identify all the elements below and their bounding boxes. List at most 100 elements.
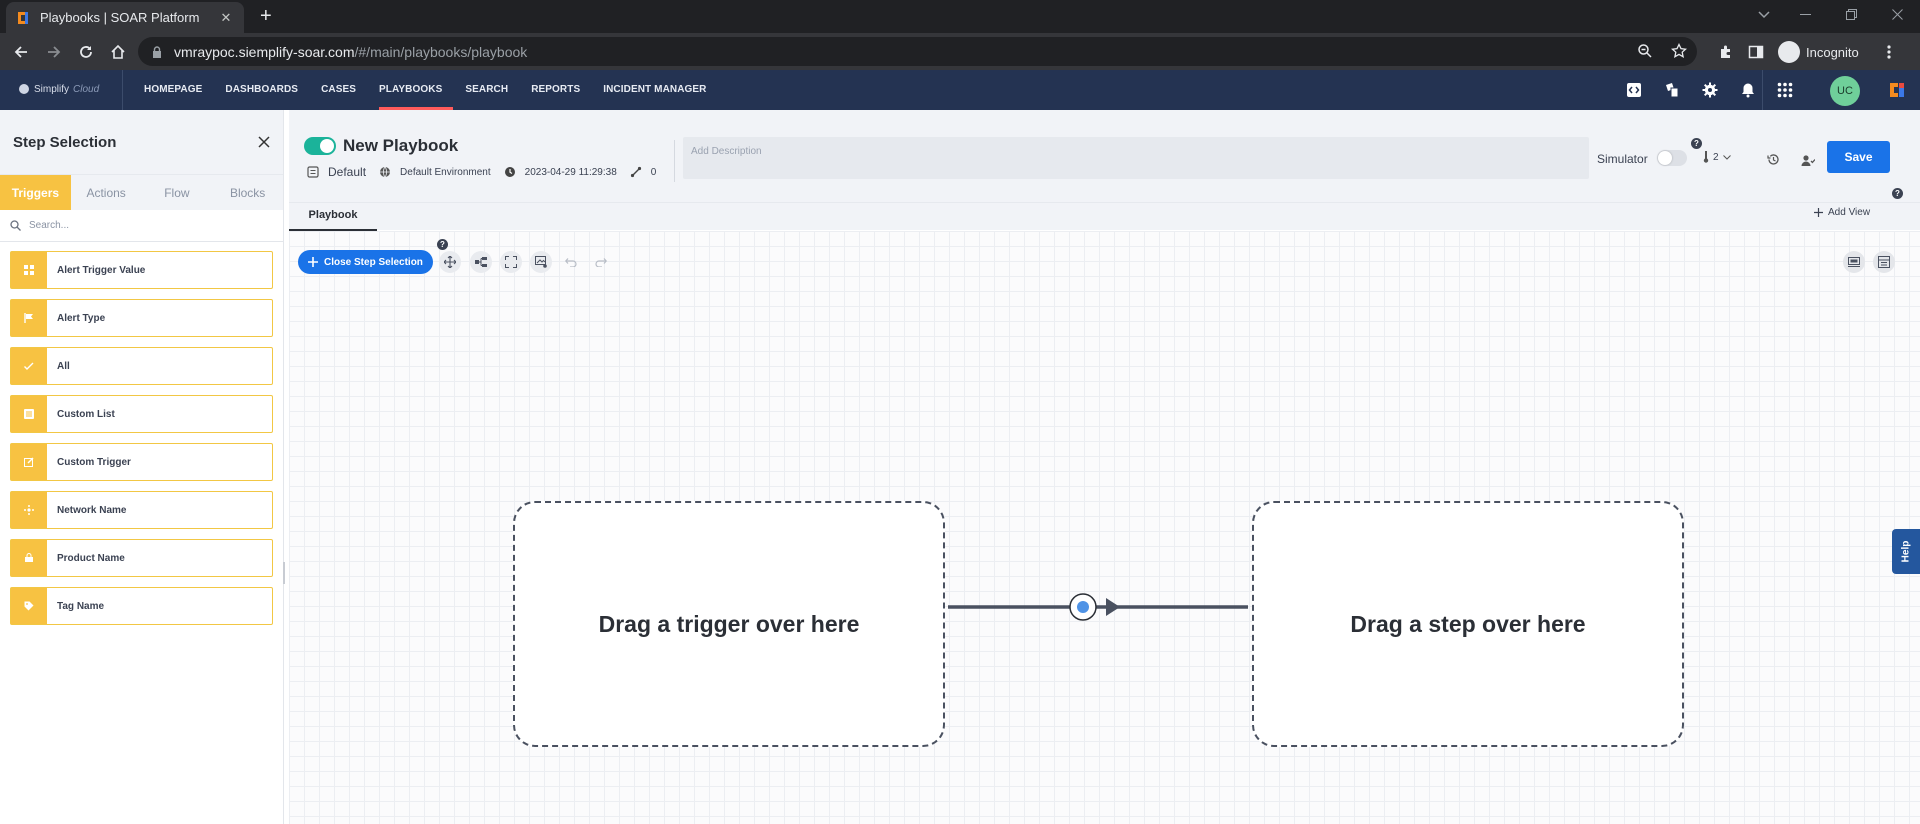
app-header: Simplify Cloud HOMEPAGE DASHBOARDS CASES … — [0, 70, 1920, 110]
playbook-title[interactable]: New Playbook — [343, 136, 458, 156]
minimap-toggle-icon[interactable] — [1843, 251, 1865, 273]
nav-cases[interactable]: CASES — [321, 70, 367, 110]
product-icon — [11, 540, 47, 576]
tab-playbook[interactable]: Playbook — [289, 203, 377, 231]
pan-move-icon[interactable] — [439, 251, 461, 273]
redo-icon[interactable] — [590, 251, 612, 273]
trigger-item[interactable]: All — [10, 347, 273, 385]
trigger-item[interactable]: Tag Name — [10, 587, 273, 625]
environment-globe-icon — [378, 165, 392, 179]
logo-suffix: Cloud — [73, 83, 100, 95]
assign-user-icon[interactable] — [1800, 152, 1816, 168]
check-all-icon — [11, 348, 47, 384]
trigger-label: Alert Trigger Value — [57, 264, 146, 276]
fit-to-screen-icon[interactable] — [500, 251, 522, 273]
help-tab-label: Help — [1900, 540, 1912, 563]
trigger-label: Alert Type — [57, 312, 106, 324]
trigger-step-connector — [948, 593, 1248, 621]
back-arrow-icon[interactable] — [10, 41, 32, 63]
bookmark-star-icon[interactable] — [1671, 43, 1687, 59]
tab-search-chevron-icon[interactable] — [1746, 0, 1782, 29]
code-icon[interactable] — [1624, 80, 1644, 100]
close-step-selection-button[interactable]: Close Step Selection — [298, 250, 433, 274]
home-icon[interactable] — [107, 41, 129, 63]
snapshot-image-icon[interactable] — [530, 251, 552, 273]
search-icon — [10, 220, 21, 231]
zoom-icon[interactable] — [1637, 43, 1653, 59]
priority-value: 2 — [1713, 151, 1719, 163]
restore-icon[interactable] — [1828, 0, 1874, 29]
step-drop-zone[interactable]: Drag a step over here — [1252, 501, 1684, 747]
folder-meta[interactable]: Default — [306, 165, 366, 179]
playbook-header: New Playbook Default Default Environment… — [289, 110, 1920, 231]
view-help-icon[interactable]: ? — [1892, 188, 1903, 199]
add-view-button[interactable]: Add View — [1814, 207, 1870, 218]
environment-meta[interactable]: Default Environment — [378, 165, 491, 179]
nav-incident-manager[interactable]: INCIDENT MANAGER — [603, 70, 717, 110]
trigger-item[interactable]: Network Name — [10, 491, 273, 529]
playbook-canvas[interactable]: ? Close Step Selection Drag a trigger ov… — [289, 231, 1920, 824]
priority-thermometer-icon — [1703, 151, 1709, 163]
save-button[interactable]: Save — [1827, 141, 1890, 173]
panel-resize-handle[interactable] — [283, 562, 285, 584]
layout-settings-icon[interactable] — [1873, 251, 1895, 273]
description-box — [683, 137, 1589, 179]
minimize-icon[interactable] — [1782, 0, 1828, 29]
playbook-enabled-toggle[interactable] — [304, 137, 336, 155]
tab-close-icon[interactable]: ✕ — [218, 10, 234, 26]
folder-icon — [306, 165, 320, 179]
nav-reports[interactable]: REPORTS — [531, 70, 591, 110]
close-panel-icon[interactable] — [258, 136, 270, 148]
siemplify-favicon-icon — [16, 11, 30, 25]
trigger-item[interactable]: Custom List — [10, 395, 273, 433]
nav-homepage[interactable]: HOMEPAGE — [144, 70, 213, 110]
help-tab[interactable]: Help — [1892, 529, 1920, 574]
address-bar[interactable]: vmraypoc.siemplify-soar.com/#/main/playb… — [138, 37, 1697, 66]
nav-search[interactable]: SEARCH — [465, 70, 519, 110]
description-input[interactable] — [691, 146, 1581, 170]
apps-grid-icon[interactable] — [1776, 81, 1794, 99]
tab-flow[interactable]: Flow — [142, 175, 213, 210]
forward-arrow-icon[interactable] — [43, 41, 65, 63]
new-tab-icon[interactable]: + — [260, 6, 272, 26]
incognito-profile[interactable]: Incognito — [1778, 41, 1859, 63]
trigger-item[interactable]: Alert Trigger Value — [10, 251, 273, 289]
user-avatar[interactable]: UC — [1830, 76, 1860, 106]
notifications-bell-icon[interactable] — [1738, 80, 1758, 100]
browser-toolbar: vmraypoc.siemplify-soar.com/#/main/playb… — [0, 33, 1920, 70]
step-search — [0, 210, 283, 242]
tab-actions[interactable]: Actions — [71, 175, 142, 210]
extensions-puzzle-icon[interactable] — [1718, 44, 1734, 60]
step-selection-panel: Step Selection Triggers Actions Flow Blo… — [0, 110, 284, 824]
trigger-item[interactable]: Custom Trigger — [10, 443, 273, 481]
siemplify-logo[interactable]: Simplify Cloud — [18, 83, 99, 95]
documents-icon[interactable] — [1662, 80, 1682, 100]
browser-menu-icon[interactable] — [1887, 44, 1891, 60]
trigger-drop-zone[interactable]: Drag a trigger over here — [513, 501, 945, 747]
lock-icon[interactable] — [152, 45, 162, 58]
trigger-item[interactable]: Alert Type — [10, 299, 273, 337]
window-close-icon[interactable] — [1874, 0, 1920, 29]
toolbar-help-icon[interactable]: ? — [437, 239, 448, 250]
auto-arrange-icon[interactable] — [470, 251, 492, 273]
history-icon[interactable] — [1765, 151, 1781, 167]
tab-triggers[interactable]: Triggers — [0, 175, 71, 210]
simulator-help-icon[interactable]: ? — [1691, 138, 1702, 149]
settings-gear-icon[interactable] — [1700, 80, 1720, 100]
step-search-input[interactable] — [29, 220, 249, 231]
reload-icon[interactable] — [75, 41, 97, 63]
simulator-toggle[interactable] — [1657, 150, 1687, 166]
browser-tab[interactable]: Playbooks | SOAR Platform ✕ — [6, 2, 244, 33]
flag-icon — [11, 300, 47, 336]
header-divider — [122, 70, 123, 110]
nav-playbooks[interactable]: PLAYBOOKS — [379, 70, 454, 110]
undo-icon[interactable] — [560, 251, 582, 273]
tab-blocks[interactable]: Blocks — [212, 175, 283, 210]
main-nav: HOMEPAGE DASHBOARDS CASES PLAYBOOKS SEAR… — [144, 70, 730, 110]
trigger-item[interactable]: Product Name — [10, 539, 273, 577]
priority-selector[interactable]: 2 — [1703, 151, 1731, 163]
side-panel-icon[interactable] — [1748, 44, 1764, 60]
list-icon — [11, 396, 47, 432]
nav-dashboards[interactable]: DASHBOARDS — [225, 70, 309, 110]
header-divider-right — [1762, 70, 1763, 110]
